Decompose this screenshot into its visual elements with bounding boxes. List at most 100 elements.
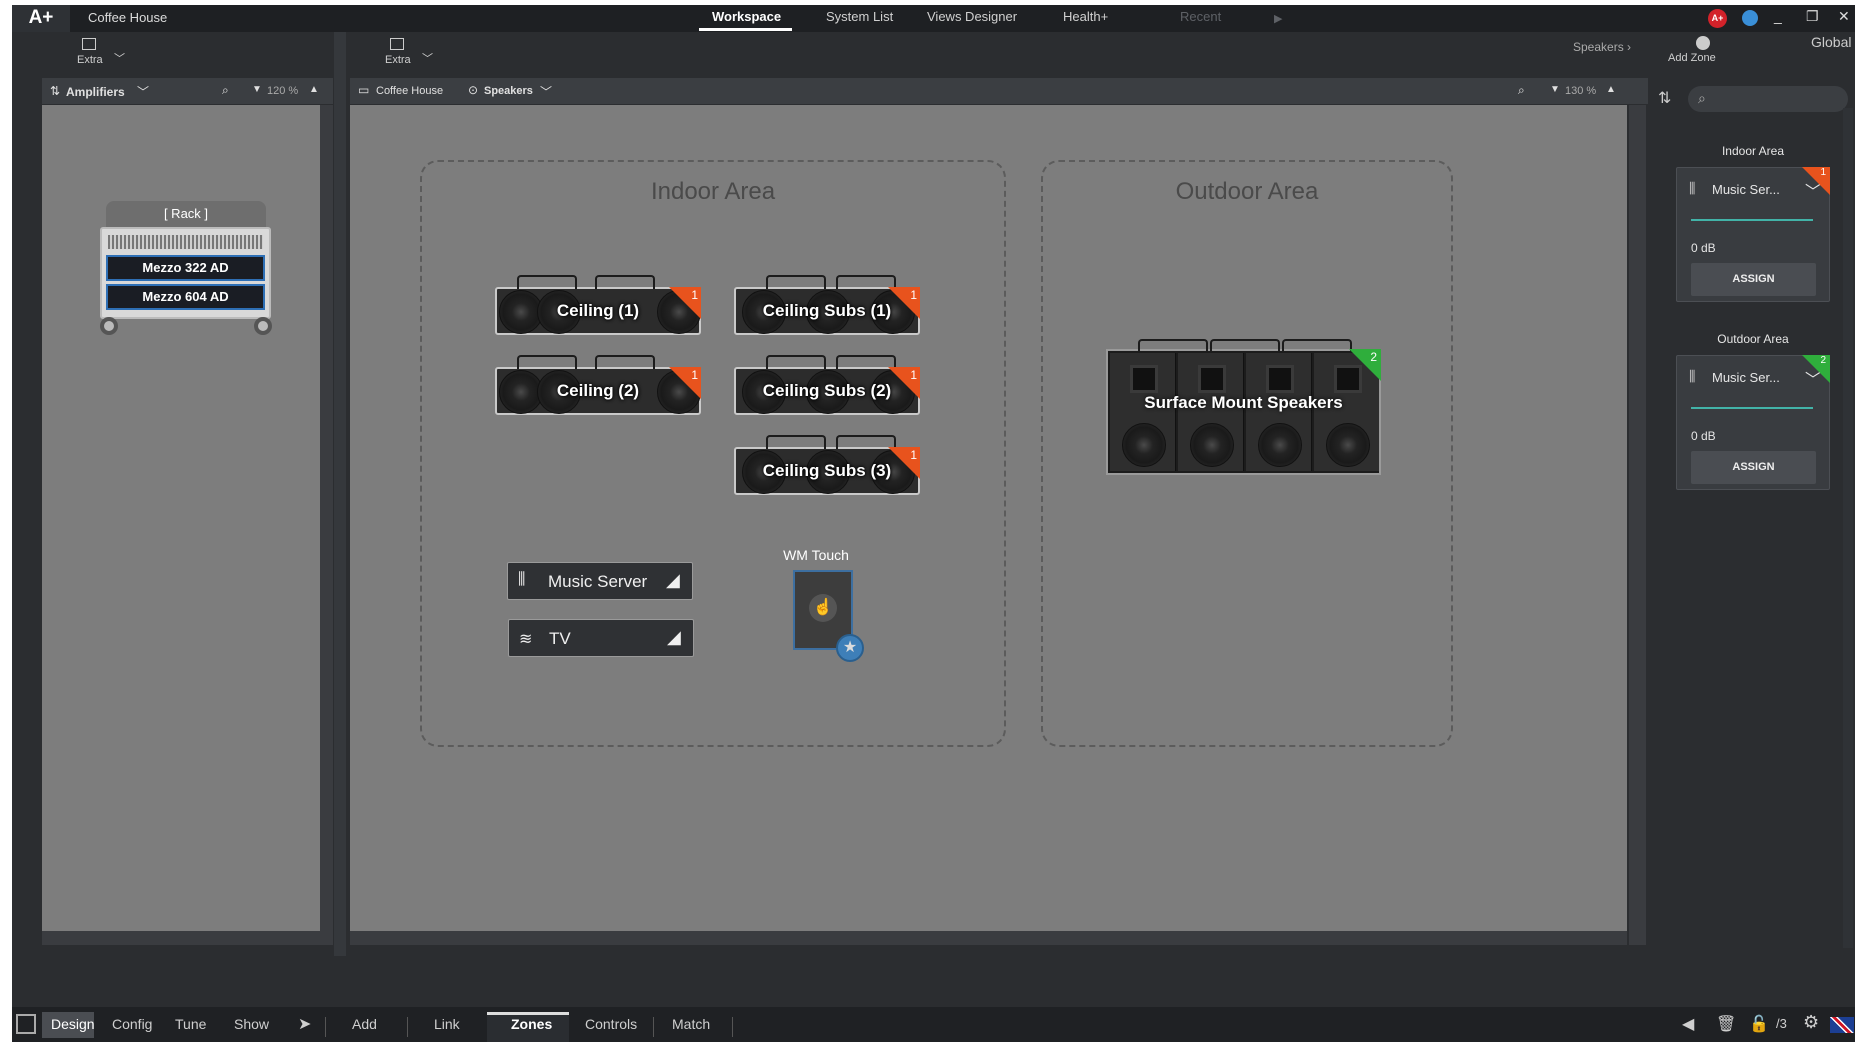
extra-image-icon[interactable] [82, 38, 96, 50]
search-input[interactable]: ⌕ [1688, 86, 1848, 112]
volume-slider[interactable] [1691, 219, 1813, 221]
aplus-account-icon[interactable]: A+ [1708, 9, 1727, 28]
speaker-ceiling-subs-3[interactable]: Ceiling Subs (3) 1 [734, 435, 920, 495]
language-flag-icon[interactable] [1830, 1017, 1854, 1033]
speakers-link-label: Speakers [1573, 40, 1624, 54]
tab-controls[interactable]: Controls [585, 1016, 637, 1032]
chevron-down-icon[interactable]: ﹀ [422, 50, 433, 66]
notification-icon[interactable] [1742, 10, 1758, 26]
tab-views-designer[interactable]: Views Designer [927, 9, 1017, 24]
lock-icon[interactable]: 🔓 [1749, 1014, 1769, 1034]
zone-card-indoor: ⫼ Music Ser... ﹀ 1 0 dB ASSIGN [1676, 167, 1830, 302]
speakers-link[interactable]: Speakers › [1573, 40, 1631, 54]
tab-zones[interactable]: Zones [511, 1016, 552, 1032]
zoom-fit-icon[interactable]: ⌕ [222, 83, 229, 98]
zone-source-select[interactable]: Music Ser... [1712, 182, 1780, 197]
page-indicator: /3 [1776, 1016, 1787, 1031]
pointer-icon[interactable]: ➤ [298, 1014, 311, 1034]
global-button[interactable]: Global [1811, 34, 1851, 50]
add-zone-button[interactable]: Add Zone [1668, 52, 1716, 64]
rack[interactable]: Mezzo 322 AD Mezzo 604 AD [100, 227, 271, 319]
speaker-ceiling-subs-2[interactable]: Ceiling Subs (2) 1 [734, 355, 920, 415]
panel-toggle-icon[interactable] [16, 1014, 36, 1034]
tab-health[interactable]: Health+ [1063, 9, 1108, 24]
zoom-out-icon[interactable]: ▼ [252, 84, 262, 95]
breadcrumb[interactable]: Coffee House [376, 85, 443, 97]
source-music-server[interactable]: ⫼ Music Server ◢ [507, 562, 693, 600]
amplifier-mezzo-322[interactable]: Mezzo 322 AD [106, 255, 265, 281]
zone-level: 0 dB [1691, 429, 1716, 443]
tab-add[interactable]: Add [352, 1016, 377, 1032]
left-zoom-level: 120 % [267, 85, 299, 97]
workspace-header: ▭ Coffee House ⊙ Speakers ﹀ ⌕ ▼ 130 % ▲ [350, 78, 1648, 104]
volume-slider[interactable] [1691, 407, 1813, 409]
tab-system-list[interactable]: System List [826, 9, 893, 24]
main-horizontal-scrollbar[interactable] [350, 931, 1627, 945]
waveform-icon: ≋ [519, 631, 533, 648]
speaker-surface-mount[interactable]: Surface Mount Speakers 2 [1106, 339, 1381, 475]
extra-label-right[interactable]: Extra [385, 54, 411, 66]
speaker-mute-icon[interactable]: ◀ [1682, 1014, 1694, 1034]
chevron-down-icon[interactable]: ﹀ [540, 83, 552, 100]
badge-number: 1 [691, 368, 698, 382]
mode-config[interactable]: Config [112, 1016, 152, 1032]
chevron-down-icon[interactable]: ﹀ [114, 50, 125, 66]
zones-panel: ⇅ ⌕ Indoor Area ⫼ Music Ser... ﹀ 1 0 dB … [1648, 78, 1855, 956]
wm-touch-label: WM Touch [783, 547, 849, 563]
zoom-in-icon[interactable]: ▲ [1606, 84, 1616, 95]
tab-recent[interactable]: Recent [1180, 9, 1221, 24]
restore-icon[interactable]: ❐ [1806, 8, 1819, 25]
assign-button[interactable]: ASSIGN [1691, 451, 1816, 484]
zoom-in-icon[interactable]: ▲ [309, 84, 319, 95]
trash-icon[interactable]: 🗑 [1716, 1014, 1736, 1034]
zone-source-select[interactable]: Music Ser... [1712, 370, 1780, 385]
source-tv[interactable]: ≋ TV ◢ [508, 619, 694, 657]
mode-tune[interactable]: Tune [175, 1016, 206, 1032]
close-icon[interactable]: ✕ [1838, 8, 1850, 25]
sort-icon[interactable]: ⇅ [50, 84, 60, 98]
play-icon[interactable]: ▶ [1274, 12, 1282, 25]
right-vertical-scrollbar[interactable] [1843, 108, 1853, 948]
speaker-canvas[interactable]: Indoor Area Outdoor Area Ceiling (1) 1 C… [350, 105, 1627, 931]
mode-show[interactable]: Show [234, 1016, 269, 1032]
speaker-ceiling-2[interactable]: Ceiling (2) 1 [495, 355, 701, 415]
badge-number: 2 [1820, 355, 1826, 366]
left-vertical-scrollbar[interactable] [320, 105, 333, 931]
main-vertical-scrollbar[interactable] [1629, 105, 1646, 945]
app-window: A+ Coffee House Workspace System List Vi… [12, 5, 1855, 1042]
amplifiers-header: ⇅ Amplifiers ﹀ ⌕ ▼ 120 % ▲ [42, 78, 333, 104]
speaker-ceiling-1[interactable]: Ceiling (1) 1 [495, 275, 701, 335]
extra-label-left[interactable]: Extra [77, 54, 103, 66]
zone-level: 0 dB [1691, 241, 1716, 255]
tab-link[interactable]: Link [434, 1016, 460, 1032]
extra-image-icon[interactable] [390, 38, 404, 50]
left-horizontal-scrollbar[interactable] [42, 931, 333, 945]
zone-card-outdoor: ⫼ Music Ser... ﹀ 2 0 dB ASSIGN [1676, 355, 1830, 490]
amplifier-mezzo-604[interactable]: Mezzo 604 AD [106, 284, 265, 310]
badge-number: 1 [910, 368, 917, 382]
sort-az-icon[interactable]: ⇅ [1658, 88, 1671, 108]
chevron-down-icon[interactable]: ﹀ [137, 83, 149, 100]
search-icon: ⌕ [1698, 90, 1706, 106]
add-zone-icon[interactable] [1696, 36, 1710, 50]
rack-wheel-icon [254, 317, 272, 335]
panel-splitter[interactable] [334, 32, 346, 956]
star-icon[interactable]: ★ [836, 634, 864, 662]
amplifiers-dropdown[interactable]: Amplifiers [66, 85, 125, 99]
active-tab-indicator [699, 28, 792, 31]
amplifier-canvas[interactable]: [ Rack ] Mezzo 322 AD Mezzo 604 AD [42, 105, 333, 931]
assign-button[interactable]: ASSIGN [1691, 263, 1816, 296]
zoom-out-icon[interactable]: ▼ [1550, 84, 1560, 95]
zone-card-title: Indoor Area [1721, 144, 1785, 158]
gear-icon[interactable]: ⚙ [1803, 1012, 1819, 1033]
zoom-fit-icon[interactable]: ⌕ [1518, 83, 1525, 98]
tab-workspace[interactable]: Workspace [712, 9, 781, 24]
view-dropdown[interactable]: Speakers [484, 85, 533, 97]
tab-match[interactable]: Match [672, 1016, 710, 1032]
mode-design[interactable]: Design [51, 1016, 95, 1032]
speaker-ceiling-subs-1[interactable]: Ceiling Subs (1) 1 [734, 275, 920, 335]
status-area [42, 956, 1855, 1007]
title-bar: A+ Coffee House Workspace System List Vi… [12, 5, 1855, 32]
project-name: Coffee House [88, 10, 168, 25]
minimize-icon[interactable]: _ [1774, 8, 1782, 24]
